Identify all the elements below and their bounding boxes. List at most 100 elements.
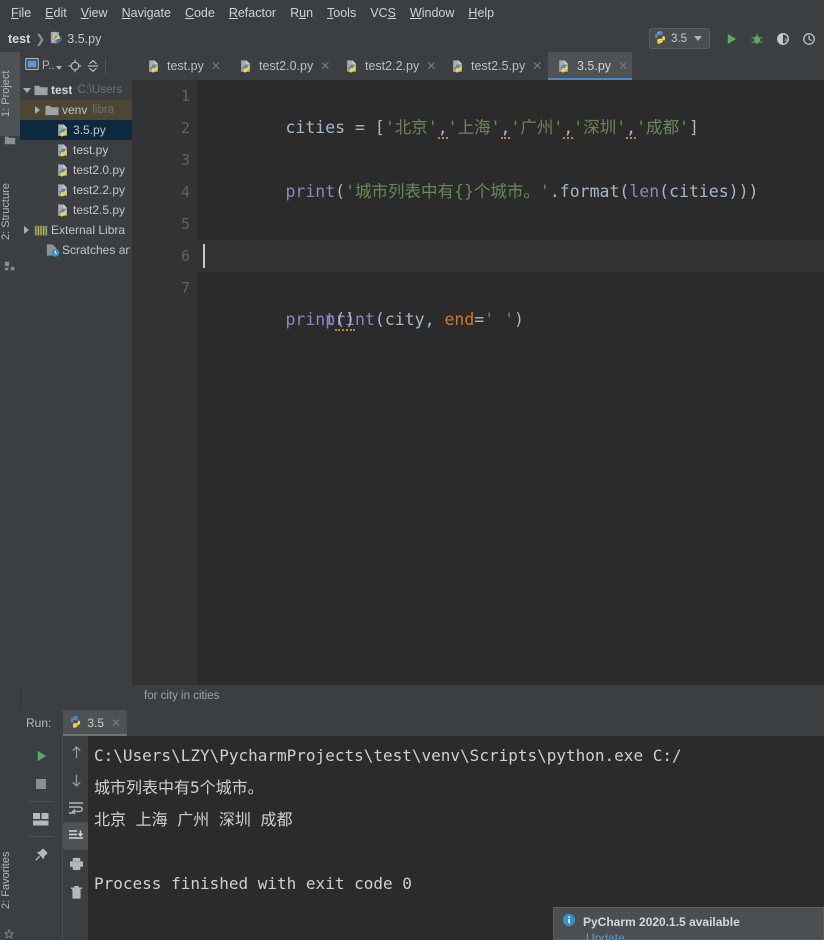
tree-item-label: test2.0.py	[73, 163, 126, 177]
star-icon[interactable]	[3, 928, 16, 940]
menu-mnemonic: N	[121, 5, 131, 20]
run-button[interactable]	[718, 27, 744, 51]
structure-icon[interactable]	[4, 260, 16, 272]
code-editor[interactable]: 1 2 3 4 5 6 7 cities = ['北京','上海','广州','深圳','成…	[132, 80, 824, 685]
tree-item-venv[interactable]: venv libra	[20, 100, 132, 120]
folder-icon[interactable]	[4, 134, 16, 146]
run-tab-3.5[interactable]: 3.5 ✕	[63, 710, 128, 736]
chevron-right-icon[interactable]	[20, 226, 33, 234]
profile-button[interactable]	[796, 27, 822, 51]
menu-mnemonic: F	[11, 5, 19, 20]
arrow-down-icon[interactable]	[63, 766, 89, 794]
menu-item-vcs[interactable]: VCS	[363, 4, 403, 22]
tree-item-test2.5.py[interactable]: test2.5.py	[20, 200, 132, 220]
tree-item-test[interactable]: test C:\Users	[20, 80, 132, 100]
collapse-all-icon[interactable]	[84, 57, 102, 75]
menu-item-code[interactable]: Code	[178, 4, 222, 22]
pin-button[interactable]	[20, 840, 62, 868]
notification-update-link[interactable]: Update...	[586, 931, 815, 940]
stop-button[interactable]	[20, 770, 62, 798]
scroll-to-end-icon[interactable]	[63, 822, 89, 850]
line-number-1: 1	[180, 87, 190, 105]
close-icon[interactable]: ✕	[320, 59, 330, 73]
sidebar-item-structure[interactable]: 2: Structure	[0, 160, 20, 264]
python-icon	[69, 715, 82, 731]
editor-tab-test2.0.py[interactable]: test2.0.py ✕	[230, 52, 336, 80]
menu-item-file[interactable]: File	[4, 4, 38, 22]
arrow-up-icon[interactable]	[63, 738, 89, 766]
run-label: Run:	[26, 716, 52, 730]
sidebar-item-favorites-label: 2: Favorites	[0, 851, 12, 909]
menu-item-refactor[interactable]: Refactor	[222, 4, 283, 22]
tree-item-test2.0.py[interactable]: test2.0.py	[20, 160, 132, 180]
menu-item-run[interactable]: Run	[283, 4, 320, 22]
tree-item-sublabel: C:\Users	[77, 84, 123, 96]
sidebar-item-project[interactable]: 1: Project	[0, 52, 20, 136]
tree-item-test2.2.py[interactable]: test2.2.py	[20, 180, 132, 200]
project-view-selector[interactable]: P..	[25, 58, 62, 73]
python-file-icon	[50, 31, 63, 47]
tree-item-label: 3.5.py	[73, 123, 106, 137]
notification-balloon[interactable]: PyCharm 2020.1.5 available Update...	[553, 907, 824, 940]
close-icon[interactable]: ✕	[618, 59, 628, 73]
print-icon[interactable]	[63, 850, 89, 878]
menu-item-edit[interactable]: Edit	[38, 4, 74, 22]
breadcrumb-file[interactable]: 3.5.py	[67, 32, 101, 46]
menu-item-window[interactable]: Window	[403, 4, 461, 22]
editor-breadcrumb-bar: for city in cities	[132, 685, 824, 707]
tree-item-external-libra[interactable]: External Libra	[20, 220, 132, 240]
menu-bar: File Edit View Navigate Code Refactor Run Tools…	[0, 0, 824, 25]
folder-icon	[44, 102, 60, 118]
close-icon[interactable]: ✕	[532, 59, 542, 73]
run-actions-primary	[20, 736, 62, 940]
menu-mnemonic: R	[228, 5, 238, 20]
debug-button[interactable]	[744, 27, 770, 51]
divider	[28, 836, 54, 837]
tree-item-label: test.py	[73, 143, 109, 157]
soft-wrap-icon[interactable]	[63, 794, 89, 822]
editor-tab-label: test2.0.py	[259, 59, 314, 73]
editor-tab-3.5.py[interactable]: 3.5.py ✕	[548, 52, 632, 80]
project-view-label: P..	[42, 59, 55, 72]
line-number-7: 7	[180, 279, 190, 297]
tree-item-sublabel: libra	[92, 104, 115, 116]
line-number-5: 5	[180, 215, 190, 233]
editor-tab-label: 3.5.py	[577, 59, 612, 73]
chevron-down-icon[interactable]	[55, 65, 62, 70]
chevron-down-icon[interactable]	[694, 36, 702, 41]
menu-item-navigate[interactable]: Navigate	[115, 4, 178, 22]
target-icon[interactable]	[66, 57, 84, 75]
editor-tab-test2.5.py[interactable]: test2.5.py ✕	[442, 52, 548, 80]
sidebar-item-favorites[interactable]: 2: Favorites	[0, 826, 20, 934]
console-line-5: Process finished with exit code 0	[94, 874, 412, 893]
close-icon[interactable]: ✕	[111, 716, 121, 730]
console-line-3: 北京 上海 广州 深圳 成都	[94, 810, 293, 829]
tree-item-label: Scratches an	[62, 243, 130, 257]
menu-item-tools[interactable]: Tools	[320, 4, 363, 22]
left-tool-stripe: 1: Project 2: Structure	[0, 52, 21, 688]
tree-item-test.py[interactable]: test.py	[20, 140, 132, 160]
breadcrumb-project[interactable]: test	[8, 32, 30, 46]
layout-button[interactable]	[20, 805, 62, 833]
close-icon[interactable]: ✕	[426, 59, 436, 73]
info-icon	[562, 913, 576, 930]
chevron-down-icon[interactable]	[20, 87, 33, 93]
editor-code-area[interactable]: cities = ['北京','上海','广州','深圳','成都'] prin…	[198, 80, 824, 685]
editor-tab-test.py[interactable]: test.py ✕	[138, 52, 230, 80]
trash-icon[interactable]	[63, 878, 89, 906]
rerun-button[interactable]	[20, 742, 62, 770]
editor-tab-test2.2.py[interactable]: test2.2.py ✕	[336, 52, 442, 80]
python-file-icon	[146, 58, 162, 74]
tree-item-label: test2.2.py	[73, 183, 126, 197]
menu-item-help[interactable]: Help	[461, 4, 501, 22]
tree-item-3.5.py[interactable]: 3.5.py	[20, 120, 132, 140]
project-tree[interactable]: test C:\Users venv libra 3.5.py test.py test2.…	[20, 80, 132, 660]
run-configuration-selector[interactable]: 3.5	[649, 28, 710, 49]
coverage-button[interactable]	[770, 27, 796, 51]
close-icon[interactable]: ✕	[211, 59, 221, 73]
tree-item-scratches-an[interactable]: Scratches an	[20, 240, 132, 260]
pycharm-window: File Edit View Navigate Code Refactor Run Tools…	[0, 0, 824, 940]
menu-item-view[interactable]: View	[74, 4, 115, 22]
editor-tab-bar: test.py ✕ test2.0.py ✕ test2.2.py ✕ test2.5.py…	[132, 52, 824, 80]
chevron-right-icon[interactable]	[31, 106, 44, 114]
